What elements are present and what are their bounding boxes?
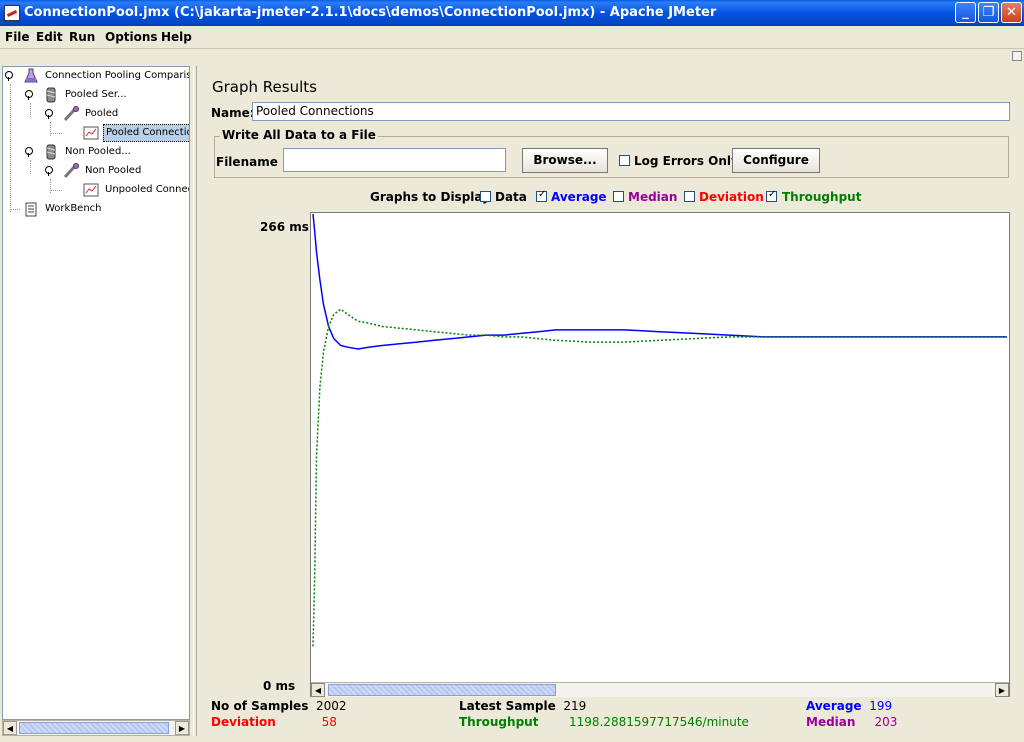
tree-node-label: Pooled Connections bbox=[103, 124, 189, 142]
throughput-toggle-label: Throughput bbox=[782, 190, 862, 204]
split-pane-divider[interactable] bbox=[191, 66, 199, 736]
throughput-series-polyline bbox=[312, 308, 1007, 647]
scroll-right-arrow-icon[interactable]: ▶ bbox=[995, 683, 1009, 697]
median-value: 203 bbox=[874, 715, 898, 729]
scroll-left-arrow-icon[interactable]: ◀ bbox=[311, 683, 325, 697]
menu-file[interactable]: File bbox=[5, 30, 30, 44]
close-button[interactable]: ✕ bbox=[1001, 2, 1022, 23]
workbench-icon bbox=[23, 201, 39, 217]
scroll-right-arrow-icon[interactable]: ▶ bbox=[175, 721, 189, 735]
median-label: Median bbox=[806, 715, 856, 729]
data-toggle-label: Data bbox=[495, 190, 527, 204]
y-axis-min-label: 0 ms bbox=[263, 679, 296, 693]
samples-value: 2002 bbox=[315, 699, 347, 713]
average-series-polyline bbox=[312, 214, 1007, 350]
graph-icon bbox=[83, 182, 99, 198]
tree-connector bbox=[50, 190, 62, 191]
toolbar bbox=[0, 48, 1024, 64]
data-toggle-checkbox[interactable] bbox=[480, 191, 491, 202]
tree-connector bbox=[50, 133, 62, 134]
tree-node-label: Pooled Ser... bbox=[65, 89, 127, 100]
graphs-to-display-label: Graphs to Display bbox=[370, 190, 490, 204]
deviation-label: Deviation bbox=[211, 715, 276, 729]
median-toggle-checkbox[interactable] bbox=[613, 191, 624, 202]
expand-handle-icon[interactable] bbox=[5, 71, 13, 81]
graph-horizontal-scrollbar[interactable]: ◀ ▶ bbox=[311, 682, 1009, 697]
title-bar: ConnectionPool.jmx (C:\jakarta-jmeter-2.… bbox=[0, 0, 1024, 26]
name-field[interactable]: Pooled Connections bbox=[252, 102, 1010, 121]
tree-horizontal-scrollbar[interactable]: ◀ ▶ bbox=[2, 720, 190, 736]
sampler-icon bbox=[63, 163, 79, 179]
latest-label: Latest Sample bbox=[459, 699, 556, 713]
expand-handle-icon[interactable] bbox=[25, 147, 33, 157]
tree-node-label: Non Pooled bbox=[85, 165, 142, 176]
throughput-label: Throughput bbox=[459, 715, 539, 729]
filename-label: Filename bbox=[216, 155, 278, 169]
median-stat: Median 203 bbox=[806, 715, 897, 729]
samples-label: No of Samples bbox=[211, 699, 309, 713]
latest-stat: Latest Sample 219 bbox=[459, 699, 586, 713]
tree-connector bbox=[10, 209, 20, 210]
menu-options[interactable]: Options bbox=[105, 30, 158, 44]
average-series-line bbox=[312, 214, 1007, 350]
expand-handle-icon[interactable] bbox=[25, 90, 33, 100]
average-toggle-checkbox[interactable] bbox=[536, 189, 547, 202]
average-value: 199 bbox=[869, 699, 893, 713]
test-plan-tree[interactable]: Connection Pooling Comparison Pooled Ser… bbox=[2, 66, 190, 720]
throughput-stat: Throughput 1198.2881597717546/minute bbox=[459, 715, 749, 729]
average-toggle-label: Average bbox=[551, 190, 607, 204]
expand-handle-icon[interactable] bbox=[45, 109, 53, 119]
status-indicator-box bbox=[1012, 51, 1022, 61]
menu-run[interactable]: Run bbox=[69, 30, 95, 44]
sampler-icon bbox=[63, 106, 79, 122]
filename-input[interactable] bbox=[283, 148, 506, 172]
tree-connector bbox=[10, 84, 11, 212]
deviation-value: 58 bbox=[321, 715, 337, 729]
graph-results-panel: Graph Results Name: Pooled Connections W… bbox=[202, 66, 1022, 740]
graph-canvas bbox=[312, 214, 1007, 647]
throughput-value: 1198.2881597717546/minute bbox=[568, 715, 749, 729]
average-stat: Average 199 bbox=[806, 699, 892, 713]
y-axis-max-label: 266 ms bbox=[260, 220, 309, 234]
tree-node-label: Pooled bbox=[85, 108, 119, 119]
minimize-button[interactable]: _ bbox=[955, 2, 976, 23]
menu-bar: File Edit Run Options Help bbox=[0, 26, 1024, 48]
window-title: ConnectionPool.jmx (C:\jakarta-jmeter-2.… bbox=[24, 5, 717, 20]
file-group-label: Write All Data to a File bbox=[220, 128, 378, 142]
name-label: Name: bbox=[211, 106, 255, 120]
tree-connector bbox=[30, 103, 31, 117]
scroll-thumb[interactable] bbox=[328, 684, 556, 696]
tree-node-label: Connection Pooling Comparison bbox=[45, 70, 190, 81]
flask-icon bbox=[23, 68, 39, 84]
graph-icon bbox=[83, 125, 99, 141]
thread-group-icon bbox=[43, 144, 59, 160]
average-label: Average bbox=[806, 699, 862, 713]
scroll-left-arrow-icon[interactable]: ◀ bbox=[3, 721, 17, 735]
median-toggle-label: Median bbox=[628, 190, 678, 204]
configure-button[interactable]: Configure bbox=[732, 148, 820, 173]
log-errors-label: Log Errors Only bbox=[634, 154, 739, 168]
tree-node-label: WorkBench bbox=[45, 203, 102, 214]
tree-connector bbox=[30, 160, 31, 174]
menu-edit[interactable]: Edit bbox=[36, 30, 63, 44]
expand-handle-icon[interactable] bbox=[45, 166, 53, 176]
scroll-thumb[interactable] bbox=[19, 722, 169, 734]
deviation-stat: Deviation 58 bbox=[211, 715, 337, 729]
results-graph: ◀ ▶ bbox=[310, 212, 1010, 697]
latest-value: 219 bbox=[563, 699, 587, 713]
deviation-toggle-label: Deviation bbox=[699, 190, 764, 204]
browse-button[interactable]: Browse... bbox=[522, 148, 608, 173]
throughput-toggle-checkbox[interactable] bbox=[766, 189, 777, 202]
menu-help[interactable]: Help bbox=[161, 30, 192, 44]
throughput-series-line bbox=[312, 308, 1007, 647]
log-errors-checkbox[interactable] bbox=[619, 155, 630, 166]
samples-stat: No of Samples 2002 bbox=[211, 699, 347, 713]
tree-node-label: Unpooled Connections bbox=[105, 184, 189, 195]
page-title: Graph Results bbox=[212, 78, 317, 96]
thread-group-icon bbox=[43, 87, 59, 103]
deviation-toggle-checkbox[interactable] bbox=[684, 191, 695, 202]
jmeter-app-icon bbox=[4, 5, 20, 21]
maximize-button[interactable]: ❐ bbox=[978, 2, 999, 23]
tree-node-label: Non Pooled... bbox=[65, 146, 131, 157]
